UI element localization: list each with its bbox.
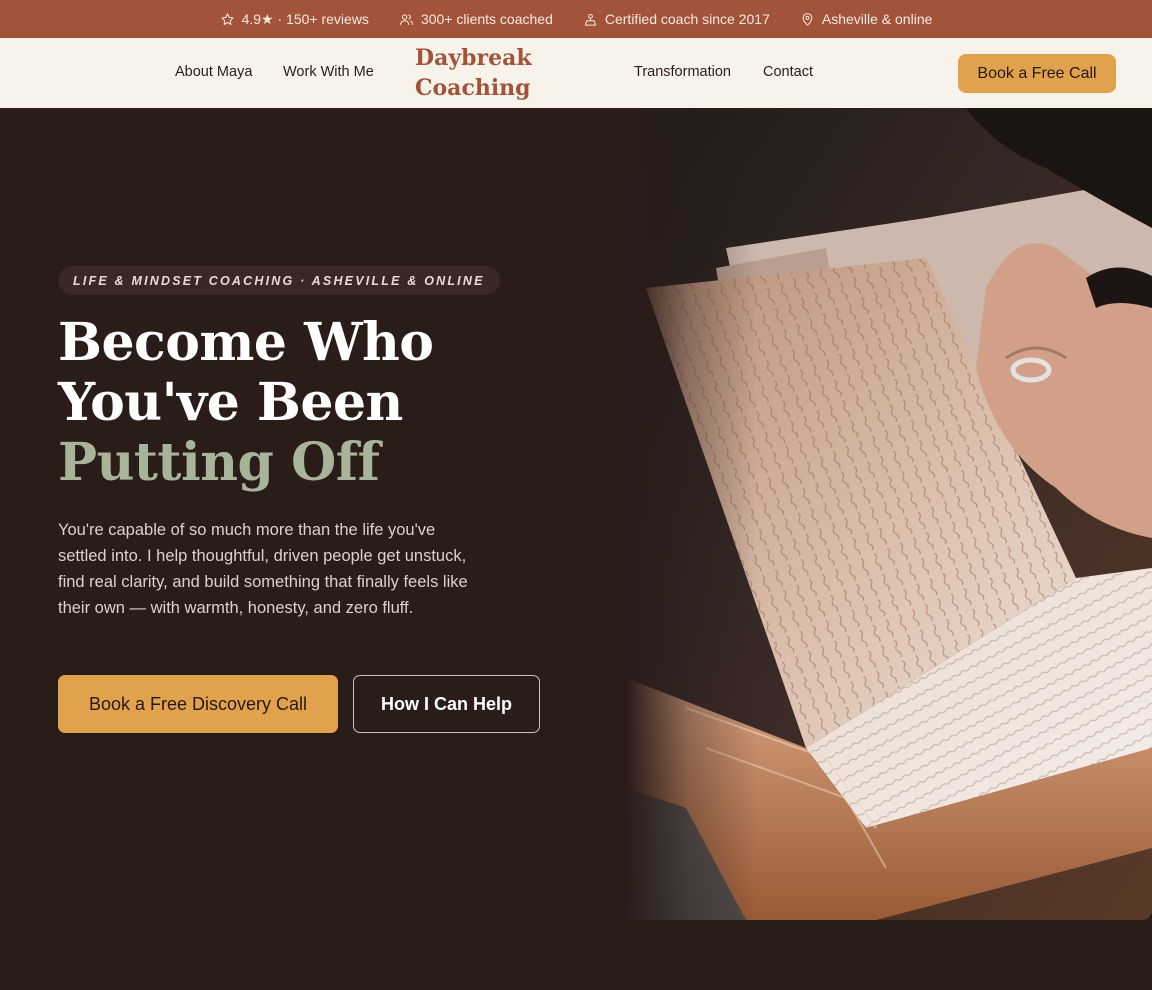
certified-item: Certified coach since 2017 xyxy=(583,11,770,27)
nav-link-work-with-me[interactable]: Work With Me xyxy=(283,64,374,80)
star-icon xyxy=(221,12,234,25)
journal-writing-image xyxy=(626,108,1152,920)
headline-line-1: Become Who xyxy=(58,312,434,373)
rating-text: 4.9★ · 150+ reviews xyxy=(241,10,369,27)
book-discovery-call-button[interactable]: Book a Free Discovery Call xyxy=(58,675,338,733)
brand-line-2: Coaching xyxy=(415,75,531,101)
rating-item: 4.9★ · 150+ reviews xyxy=(220,11,369,28)
certified-text: Certified coach since 2017 xyxy=(604,11,770,27)
hero-headline: Become Who You've Been Putting Off xyxy=(58,312,434,493)
hero-eyebrow: LIFE & MINDSET COACHING · ASHEVILLE & ON… xyxy=(58,266,500,295)
brand-line-1: Daybreak xyxy=(415,45,532,71)
users-icon xyxy=(400,13,413,25)
hero-description: You're capable of so much more than the … xyxy=(58,521,468,617)
clients-text: 300+ clients coached xyxy=(420,11,553,27)
location-pin-icon xyxy=(802,12,813,26)
top-info-bar: 4.9★ · 150+ reviews 300+ clients coached… xyxy=(0,0,1152,38)
headline-accent: Putting Off xyxy=(58,432,380,493)
hero-photo xyxy=(626,108,1152,920)
clients-item: 300+ clients coached xyxy=(399,11,553,27)
headline-line-2: You've Been xyxy=(58,372,403,433)
main-nav: About Maya Work With Me Daybreak Coachin… xyxy=(0,38,1152,108)
nav-link-about[interactable]: About Maya xyxy=(175,64,252,80)
brand-logo[interactable]: Daybreak Coaching xyxy=(415,43,555,103)
nav-link-transformation[interactable]: Transformation xyxy=(634,64,731,80)
location-item: Asheville & online xyxy=(800,11,933,27)
how-i-can-help-button[interactable]: How I Can Help xyxy=(353,675,540,733)
book-free-call-button[interactable]: Book a Free Call xyxy=(958,54,1116,93)
location-text: Asheville & online xyxy=(821,11,933,27)
certificate-icon xyxy=(584,13,596,26)
nav-link-contact[interactable]: Contact xyxy=(763,64,813,80)
